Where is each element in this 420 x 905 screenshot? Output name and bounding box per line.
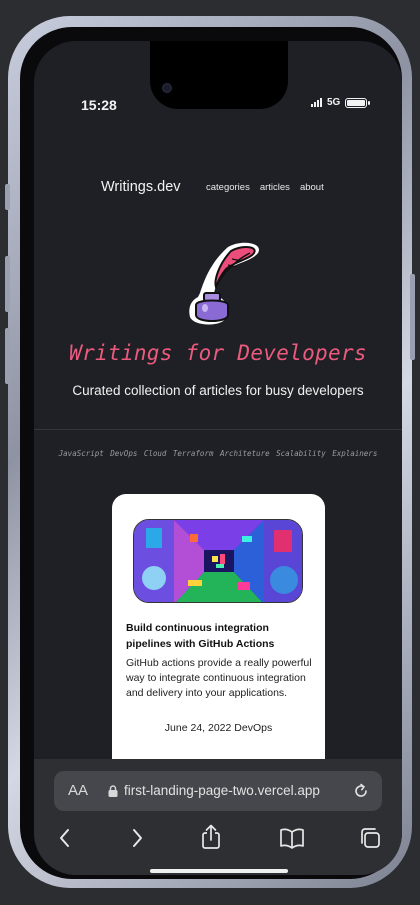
notch	[150, 41, 288, 109]
forward-icon[interactable]	[128, 827, 146, 849]
tabs-icon[interactable]	[358, 827, 382, 849]
phone-frame: 15:28 5G Writings.dev categories article…	[5, 16, 415, 888]
site-logo[interactable]: Writings.dev	[101, 179, 181, 195]
article-description: GitHub actions provide a really powerful…	[126, 657, 312, 699]
nav-links: categories articles about	[206, 182, 324, 193]
text-size-button[interactable]: AA	[68, 782, 88, 799]
nav-link-articles[interactable]: articles	[260, 182, 290, 193]
lock-icon	[108, 785, 118, 797]
browser-toolbar: AA first-landing-page-two.vercel.app	[34, 759, 402, 875]
mute-switch	[5, 184, 10, 210]
signal-icon	[311, 98, 322, 107]
bookmarks-icon[interactable]	[279, 827, 305, 849]
address-bar[interactable]: AA first-landing-page-two.vercel.app	[54, 771, 382, 811]
back-icon[interactable]	[56, 827, 74, 849]
screen: 15:28 5G Writings.dev categories article…	[34, 41, 402, 875]
article-thumbnail[interactable]	[133, 519, 303, 603]
battery-icon	[345, 97, 371, 108]
text-size-label: AA	[68, 782, 89, 799]
tag-scalability[interactable]: Scalability	[276, 449, 326, 458]
network-label: 5G	[327, 97, 341, 108]
status-indicators: 5G	[311, 97, 371, 108]
tag-list: JavaScript DevOps Cloud Terraform Archit…	[34, 443, 402, 461]
url-text[interactable]: first-landing-page-two.vercel.app	[124, 783, 320, 798]
quill-inkwell-icon	[174, 241, 264, 336]
tag-javascript[interactable]: JavaScript	[59, 449, 104, 458]
power-button	[410, 274, 415, 360]
reload-icon[interactable]	[352, 782, 370, 800]
status-time: 15:28	[81, 97, 117, 113]
camera	[162, 83, 172, 93]
volume-down-button	[5, 328, 10, 384]
tag-architeture[interactable]: Architeture	[220, 449, 270, 458]
page-subtitle: Curated collection of articles for busy …	[72, 383, 364, 398]
article-title[interactable]: Build continuous integration pipelines w…	[126, 620, 316, 652]
article-card[interactable]: Build continuous integration pipelines w…	[112, 494, 325, 774]
article-meta: June 24, 2022 DevOps	[164, 722, 273, 734]
home-indicator	[150, 869, 288, 873]
tag-terraform[interactable]: Terraform	[173, 449, 214, 458]
tag-devops[interactable]: DevOps	[110, 449, 137, 458]
page-title: Writings for Developers	[69, 341, 367, 365]
nav-link-about[interactable]: about	[300, 182, 324, 193]
tag-explainers[interactable]: Explainers	[332, 449, 377, 458]
volume-up-button	[5, 256, 10, 312]
nav-link-categories[interactable]: categories	[206, 182, 250, 193]
tag-cloud[interactable]: Cloud	[144, 449, 167, 458]
divider	[34, 429, 402, 430]
share-icon[interactable]	[200, 824, 222, 850]
